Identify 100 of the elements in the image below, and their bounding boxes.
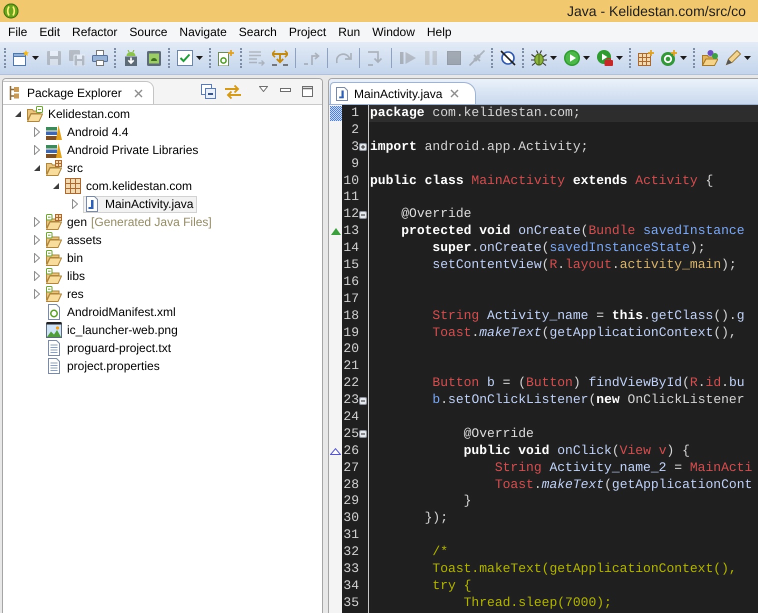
caret-icon[interactable] bbox=[583, 56, 590, 60]
phone-icon[interactable] bbox=[146, 50, 162, 66]
menu-item[interactable]: Help bbox=[420, 24, 458, 40]
code-file-icon bbox=[336, 86, 348, 100]
tree-item[interactable]: gen [Generated Java Files] bbox=[45, 214, 216, 230]
tree-item[interactable]: ic_launcher-web.png bbox=[45, 322, 182, 338]
minus-square-icon[interactable] bbox=[359, 396, 367, 405]
play-icon[interactable] bbox=[564, 50, 580, 66]
books-icon bbox=[46, 142, 62, 158]
checkbox-icon[interactable] bbox=[176, 50, 192, 66]
line-number: 16 bbox=[343, 274, 359, 291]
maximize-icon[interactable] bbox=[302, 86, 313, 97]
tree-item[interactable]: com.kelidestan.com bbox=[64, 178, 196, 194]
editor-tab[interactable]: MainActivity.java bbox=[330, 82, 476, 104]
menu-item[interactable]: Edit bbox=[33, 24, 66, 40]
line-number: 1 bbox=[351, 105, 359, 122]
package-folder-icon bbox=[46, 214, 62, 230]
tree-item[interactable]: res bbox=[45, 286, 88, 302]
tree-item[interactable]: AndroidManifest.xml bbox=[45, 304, 180, 320]
pen-icon[interactable] bbox=[724, 50, 740, 66]
line-number: 12 bbox=[343, 206, 359, 224]
code-line: public class MainActivity extends Activity { bbox=[370, 172, 714, 190]
code-line: Toast.makeText(getApplicationCont bbox=[494, 476, 752, 494]
caret-icon[interactable] bbox=[616, 56, 623, 60]
page-plus-icon[interactable] bbox=[218, 50, 234, 66]
menu-item[interactable]: Project bbox=[282, 24, 332, 40]
image-file-icon bbox=[46, 322, 62, 338]
line-number: 27 bbox=[343, 460, 359, 477]
line-number: 28 bbox=[343, 476, 359, 494]
caret-icon[interactable] bbox=[744, 56, 751, 60]
tree-item[interactable]: proguard-project.txt bbox=[45, 340, 176, 356]
code-line: public void onClick(View v) { bbox=[464, 442, 690, 460]
bug-icon[interactable] bbox=[530, 50, 546, 66]
close-icon[interactable] bbox=[134, 88, 143, 98]
crossed-circle-icon[interactable] bbox=[500, 50, 516, 66]
code-line: }); bbox=[424, 510, 448, 528]
caret-icon[interactable] bbox=[32, 56, 39, 60]
minus-square-icon[interactable] bbox=[359, 210, 367, 219]
tree-item[interactable]: bin bbox=[45, 250, 88, 266]
line-number: 14 bbox=[343, 240, 359, 258]
tree-item[interactable]: project.properties bbox=[45, 358, 164, 374]
checkered-square-icon bbox=[330, 106, 342, 121]
line-number: 21 bbox=[343, 358, 359, 376]
menu-item[interactable]: Search bbox=[232, 24, 283, 40]
plus-square-icon[interactable] bbox=[359, 143, 367, 152]
minimize-icon[interactable] bbox=[280, 88, 291, 92]
collapse-all-icon[interactable] bbox=[201, 84, 216, 99]
menu-item[interactable]: Run bbox=[332, 24, 366, 40]
line-number: 22 bbox=[343, 375, 359, 392]
view-tab[interactable]: Package Explorer bbox=[3, 81, 154, 104]
grid-plus-icon[interactable] bbox=[638, 50, 654, 66]
close-icon[interactable] bbox=[450, 89, 460, 98]
menu-item[interactable]: File bbox=[2, 24, 34, 40]
robot-download-icon[interactable] bbox=[122, 50, 138, 66]
code-line: String Activity_name = this.getClass().g bbox=[432, 308, 745, 325]
filled-triangle-icon bbox=[330, 228, 340, 236]
window-title: Java - Kelidestan.com/src/co bbox=[567, 2, 746, 20]
tree-item[interactable]: libs bbox=[45, 268, 90, 284]
menu-item[interactable]: Window bbox=[366, 24, 421, 40]
code-line: Button b = (Button) findViewById(R.id.bu bbox=[432, 375, 745, 392]
line-number: 29 bbox=[343, 493, 359, 510]
line-number: 30 bbox=[343, 510, 359, 528]
line-number: 11 bbox=[343, 189, 359, 206]
line-number: 17 bbox=[343, 290, 359, 308]
ring-plus-icon[interactable] bbox=[660, 50, 676, 66]
code-line: protected void onCreate(Bundle savedInstance bbox=[401, 223, 745, 240]
folder-icon bbox=[46, 268, 62, 284]
code-line: b.setOnClickListener(new OnClickListener bbox=[432, 392, 745, 410]
menu-item[interactable]: Source bbox=[123, 24, 174, 40]
triangle-icon[interactable] bbox=[53, 183, 59, 189]
tree-item[interactable]: Kelidestan.com bbox=[26, 106, 134, 122]
tree-item[interactable]: MainActivity.java bbox=[83, 196, 198, 212]
open-folder-icon[interactable] bbox=[702, 50, 718, 66]
view-menu-icon[interactable] bbox=[259, 86, 268, 92]
tree-item[interactable]: Android Private Libraries bbox=[45, 142, 202, 158]
tree-item[interactable]: src bbox=[45, 160, 87, 176]
menu-item[interactable]: Navigate bbox=[173, 24, 233, 40]
triangle-icon[interactable] bbox=[34, 165, 40, 171]
menu-item[interactable]: Refactor bbox=[66, 24, 124, 40]
triangle-icon[interactable] bbox=[15, 111, 21, 117]
code-line: /* bbox=[432, 544, 448, 562]
code-line: @Override bbox=[464, 426, 534, 443]
hierarchy-icon bbox=[8, 86, 19, 100]
caret-icon[interactable] bbox=[550, 56, 557, 60]
code-line: import android.app.Activity; bbox=[370, 138, 588, 156]
tree-item[interactable]: Android 4.4 bbox=[45, 124, 132, 140]
play-toolbox-icon[interactable] bbox=[596, 50, 612, 66]
tree-item[interactable]: assets bbox=[45, 232, 106, 248]
line-number: 32 bbox=[343, 544, 359, 562]
line-number: 3 bbox=[351, 138, 359, 156]
caret-icon[interactable] bbox=[196, 56, 203, 60]
line-number: 13 bbox=[343, 223, 359, 240]
code-line: } bbox=[464, 493, 472, 510]
minus-square-icon[interactable] bbox=[359, 430, 367, 438]
code-line: try { bbox=[432, 578, 472, 595]
package-icon bbox=[65, 178, 81, 194]
caret-icon[interactable] bbox=[680, 56, 687, 60]
branch-arrows-icon[interactable] bbox=[272, 50, 288, 66]
folder-icon bbox=[46, 232, 62, 248]
printer-icon[interactable] bbox=[92, 50, 108, 66]
